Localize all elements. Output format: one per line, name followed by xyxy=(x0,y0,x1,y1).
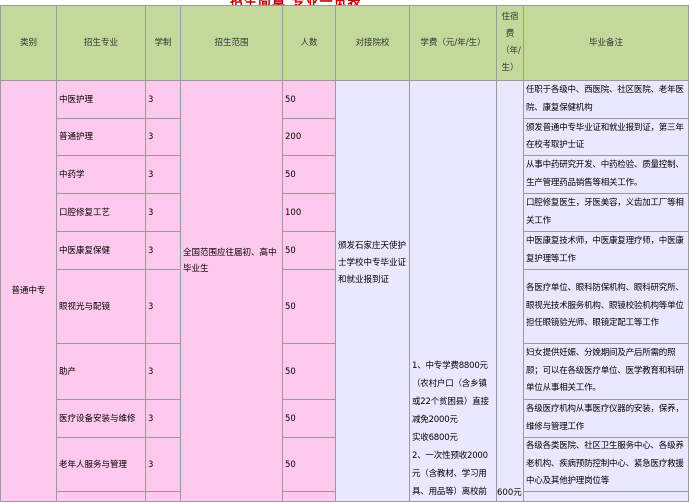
count-cell: 50 xyxy=(282,437,336,492)
years-cell: 3 xyxy=(145,118,181,156)
table-row: 普通中专 中医护理 3 全国范围应往届初、高中毕业生 50 颁发石家庄天使护士学… xyxy=(0,80,689,502)
scope-cell: 全国范围应往届初、高中毕业生 xyxy=(180,80,283,502)
tuition-line: 实收6800元 xyxy=(412,433,458,443)
years-cell: 3 xyxy=(145,155,181,194)
header-count: 人数 xyxy=(282,5,336,81)
header-dorm-fee: 住宿费（年/生） xyxy=(496,5,524,81)
tuition-line: 具、用品等）离校前 xyxy=(412,487,487,497)
years-cell: 3 xyxy=(145,437,181,492)
major-cell: 中药学 xyxy=(56,155,146,194)
major-cell: 普通护理 xyxy=(56,118,146,156)
note-cell: 各医疗单位、眼科防保机构、眼科研究所、眼视光技术服务机构、眼镜校验机构等单位担任… xyxy=(523,269,689,344)
tuition-line: 1、中专学费8800元 xyxy=(412,361,488,371)
major-cell xyxy=(56,491,146,502)
note-cell: 任职于各级中、西医院、社区医院、老年医院、康复保健机构 xyxy=(523,80,689,119)
tuition-line: 减免2000元 xyxy=(412,415,458,425)
years-cell: 3 xyxy=(145,343,181,400)
header-school: 对接院校 xyxy=(335,5,410,81)
note-cell: 各级各类医院、社区卫生服务中心、各级养老机构、疾病预防控制中心、紧急医疗救援中心… xyxy=(523,437,689,492)
count-cell xyxy=(282,491,336,502)
header-tuition: 学费（元/年/生） xyxy=(409,5,497,81)
count-cell: 50 xyxy=(282,399,336,438)
note-cell: 从事中药研究开发、中药检验、质量控制、生产管理药品销售等相关工作。 xyxy=(523,155,689,194)
school-cell: 颁发石家庄天使护士学校中专毕业证和就业报到证 xyxy=(335,80,410,502)
tuition-line: 或22个贫困县）直接 xyxy=(412,397,489,407)
dorm-fee-cell: 600元 xyxy=(496,80,524,502)
major-cell: 眼视光与配镜 xyxy=(56,269,146,344)
tuition-cell: 1、中专学费8800元 （农村户口（含乡镇 或22个贫困县）直接 减免2000元… xyxy=(409,80,497,502)
count-cell: 50 xyxy=(282,269,336,344)
count-cell: 50 xyxy=(282,80,336,119)
tuition-line: （农村户口（含乡镇 xyxy=(412,379,487,389)
category-cell: 普通中专 xyxy=(0,80,57,502)
years-cell xyxy=(145,491,181,502)
count-cell: 50 xyxy=(282,343,336,400)
major-cell: 助产 xyxy=(56,343,146,400)
header-category: 类别 xyxy=(0,5,57,81)
count-cell: 100 xyxy=(282,193,336,232)
years-cell: 3 xyxy=(145,193,181,232)
header-note: 毕业备注 xyxy=(523,5,689,81)
major-cell: 口腔修复工艺 xyxy=(56,193,146,232)
major-cell: 老年人服务与管理 xyxy=(56,437,146,492)
note-cell: 颁发普通中专毕业证和就业报到证，第三年在校考取护士证 xyxy=(523,118,689,156)
major-cell: 中医护理 xyxy=(56,80,146,119)
tuition-line: 2、一次性预收2000 xyxy=(412,451,488,461)
count-cell: 200 xyxy=(282,118,336,156)
note-cell: 口腔修复医生，牙医美容，义齿加工厂等相关工作 xyxy=(523,193,689,232)
tuition-line: 元（含教材、学习用 xyxy=(412,469,487,479)
note-cell: 中医康复技术师，中医康复理疗师，中医康复护理等工作 xyxy=(523,231,689,270)
count-cell: 50 xyxy=(282,231,336,270)
header-row: 类别 招生专业 学制 招生范围 人数 对接院校 学费（元/年/生） 住宿费（年/… xyxy=(0,5,689,81)
header-years: 学制 xyxy=(145,5,181,81)
count-cell: 50 xyxy=(282,155,336,194)
years-cell: 3 xyxy=(145,269,181,344)
major-cell: 中医康复保健 xyxy=(56,231,146,270)
years-cell: 3 xyxy=(145,399,181,438)
note-cell: 妇女提供妊娠、分娩期间及产后所需的照顾；可以在各级医疗单位、医学教育和科研单位从… xyxy=(523,343,689,400)
enrollment-table: 类别 招生专业 学制 招生范围 人数 对接院校 学费（元/年/生） 住宿费（年/… xyxy=(0,5,689,502)
header-scope: 招生范围 xyxy=(180,5,283,81)
note-cell xyxy=(523,491,689,502)
years-cell: 3 xyxy=(145,231,181,270)
major-cell: 医疗设备安装与维修 xyxy=(56,399,146,438)
years-cell: 3 xyxy=(145,80,181,119)
header-major: 招生专业 xyxy=(56,5,146,81)
note-cell: 各级医疗机构从事医疗仪器的安装，保养，维修与管理工作 xyxy=(523,399,689,438)
